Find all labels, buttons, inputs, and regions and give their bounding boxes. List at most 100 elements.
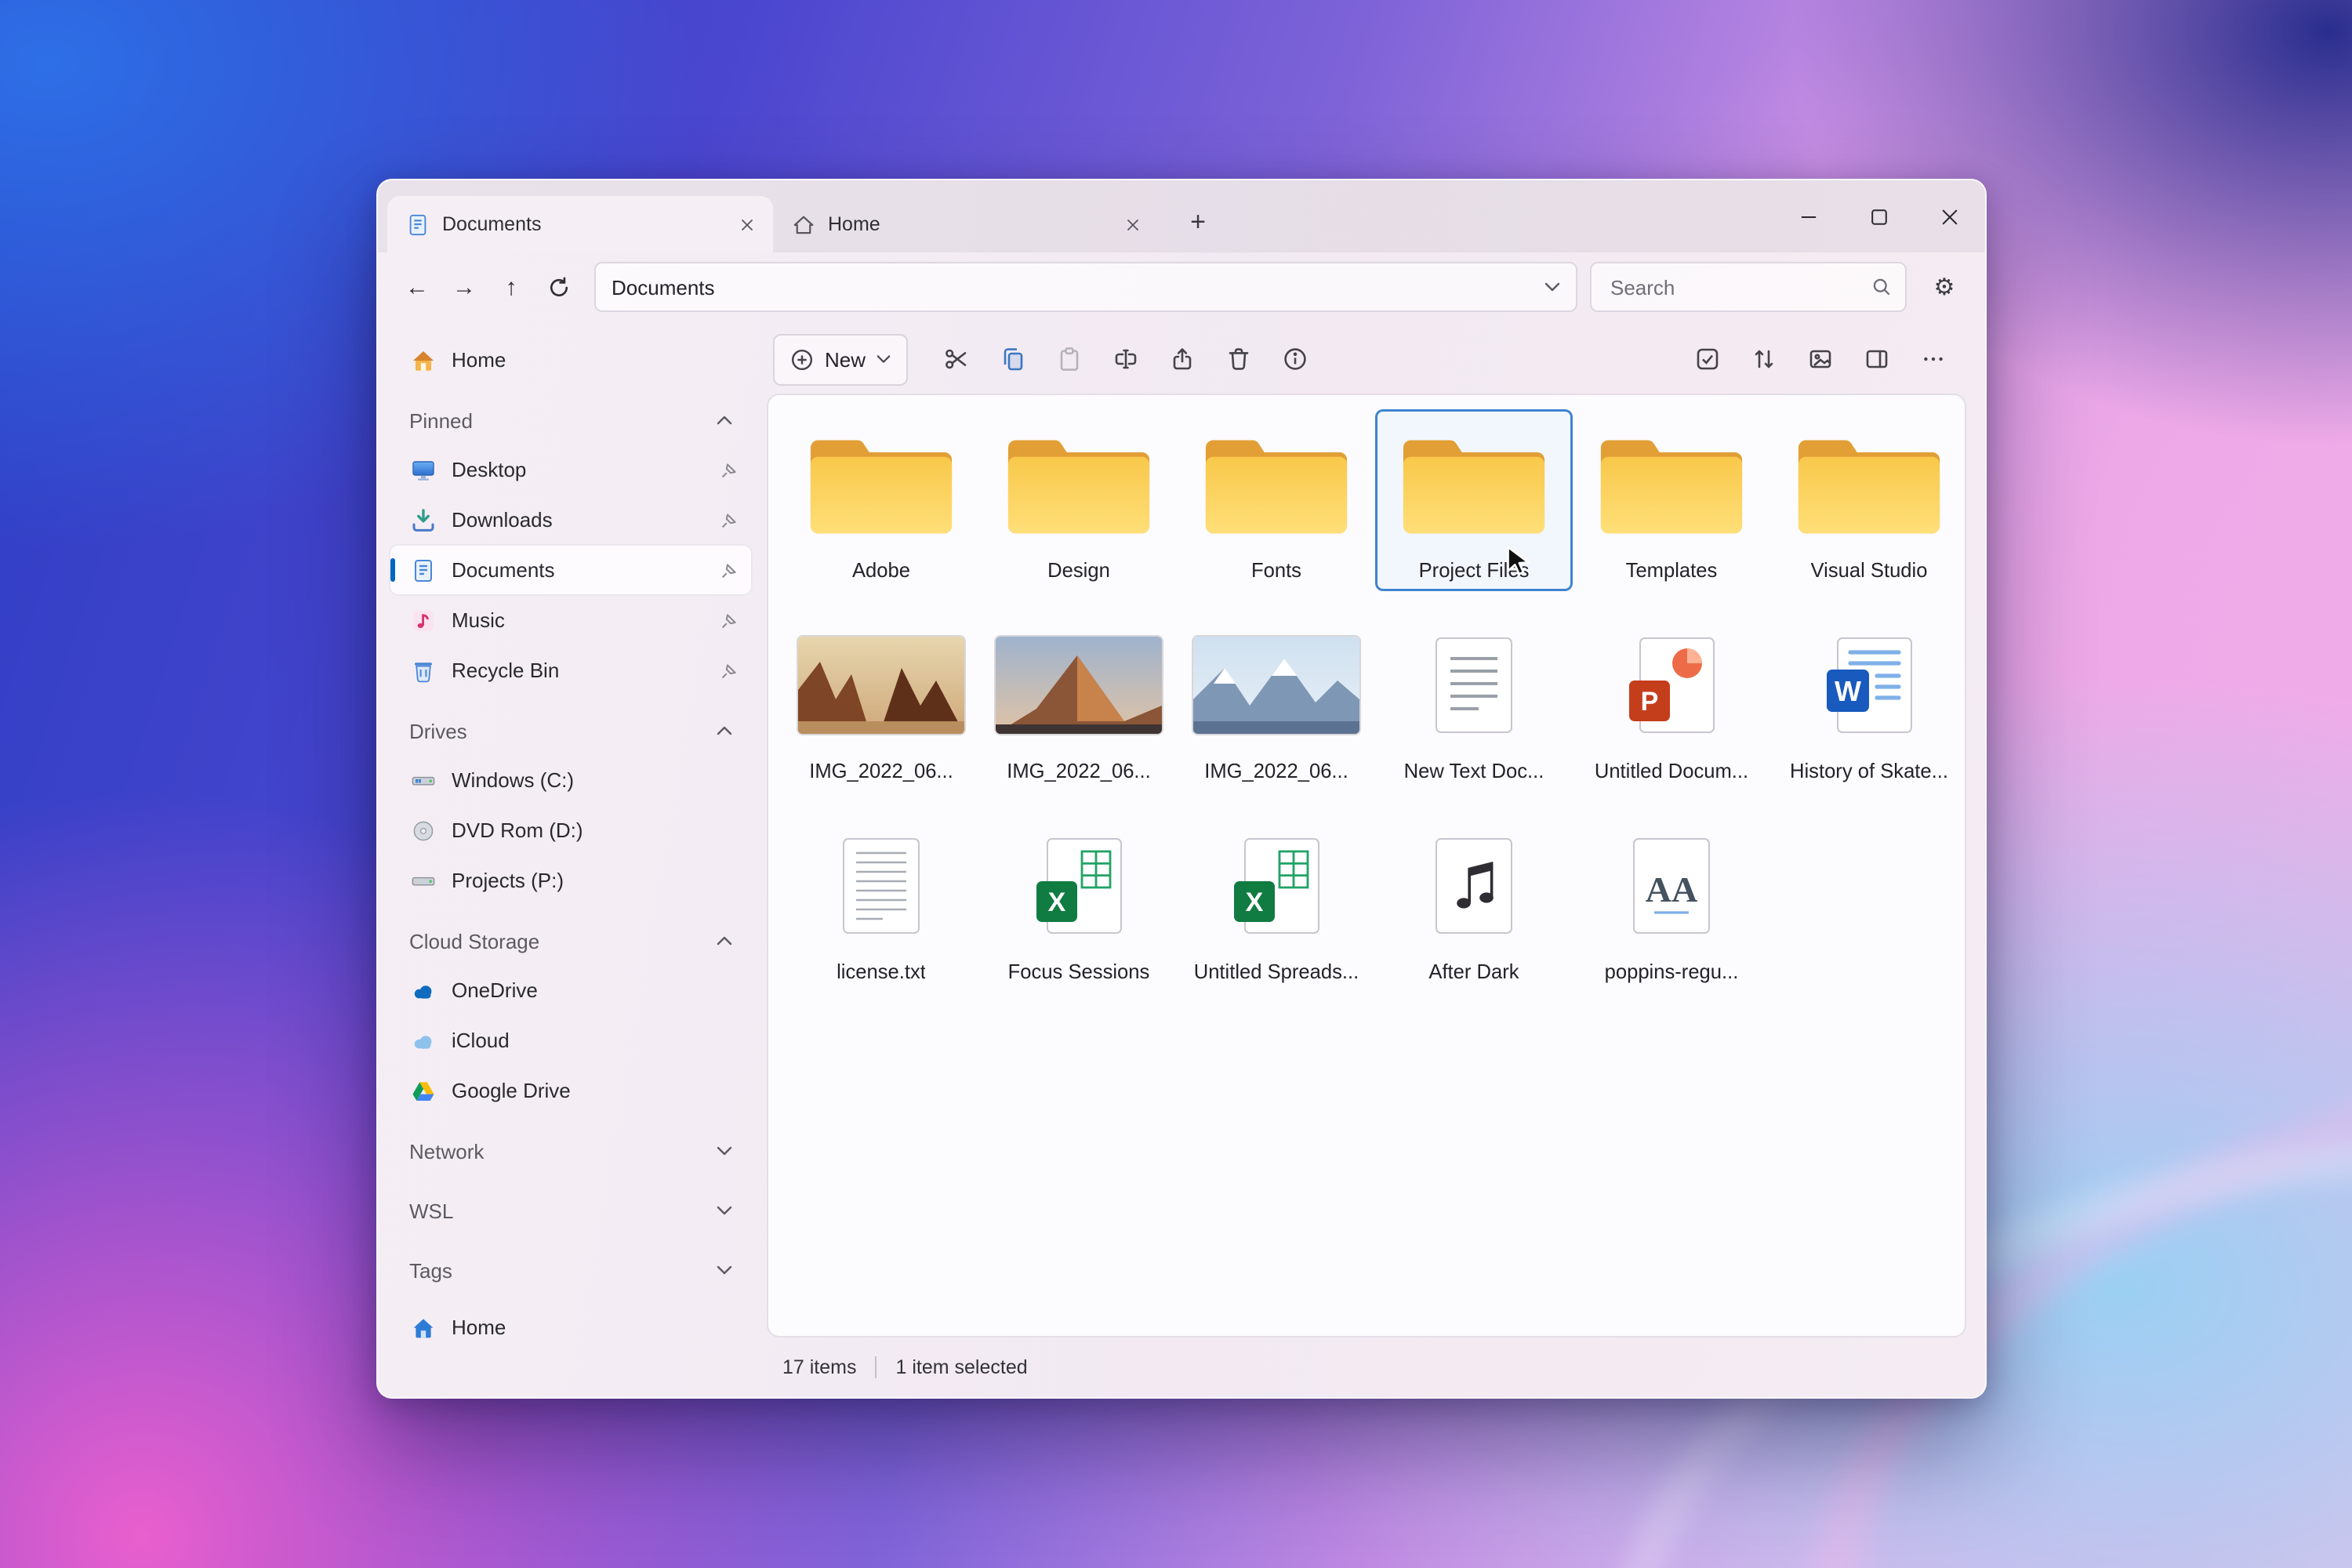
paste-button[interactable] bbox=[1043, 335, 1096, 383]
sidebar-item-desktop[interactable]: Desktop bbox=[390, 445, 751, 494]
folder-icon bbox=[1599, 416, 1744, 554]
section-label: Tags bbox=[409, 1258, 452, 1282]
forward-button[interactable]: → bbox=[441, 263, 488, 310]
sidebar-item-label: Desktop bbox=[452, 458, 527, 481]
search-input[interactable] bbox=[1607, 274, 1871, 300]
sidebar-item-music[interactable]: Music bbox=[390, 596, 751, 644]
recycle-bin-icon bbox=[409, 658, 436, 683]
tab-home[interactable]: Home bbox=[773, 196, 1159, 252]
chevron-up-icon bbox=[717, 416, 732, 425]
new-button[interactable]: New bbox=[773, 333, 909, 385]
close-button[interactable] bbox=[1915, 180, 1985, 252]
file-item[interactable]: After Dark bbox=[1375, 811, 1573, 993]
file-name: Untitled Spreads... bbox=[1193, 960, 1359, 983]
sidebar-section-pinned[interactable]: Pinned bbox=[390, 397, 751, 444]
file-name: poppins-regu... bbox=[1604, 960, 1739, 983]
chevron-down-icon bbox=[717, 1146, 732, 1156]
text-document-icon bbox=[1435, 616, 1513, 754]
sidebar-item-onedrive[interactable]: OneDrive bbox=[390, 966, 751, 1014]
sidebar-item-recycle-bin[interactable]: Recycle Bin bbox=[390, 646, 751, 695]
file-item[interactable]: IMG_2022_06... bbox=[1178, 610, 1375, 792]
file-item[interactable]: Visual Studio bbox=[1770, 409, 1965, 591]
address-bar[interactable]: Documents bbox=[594, 262, 1577, 312]
file-item[interactable]: IMG_2022_06... bbox=[782, 610, 980, 792]
chevron-down-icon bbox=[877, 354, 891, 364]
sort-button[interactable] bbox=[1737, 335, 1791, 383]
sidebar-section-drives[interactable]: Drives bbox=[390, 707, 751, 754]
tab-documents[interactable]: Documents bbox=[387, 196, 773, 252]
cut-button[interactable] bbox=[930, 335, 983, 383]
sidebar-item-label: Google Drive bbox=[452, 1079, 571, 1102]
info-button[interactable] bbox=[1269, 335, 1322, 383]
file-item[interactable]: Design bbox=[980, 409, 1178, 591]
select-toggle-button[interactable] bbox=[1681, 335, 1734, 383]
chevron-down-icon bbox=[717, 1206, 732, 1215]
sidebar-item-documents[interactable]: Documents bbox=[390, 546, 751, 594]
sidebar-item-home-folder[interactable]: Home bbox=[390, 1303, 751, 1352]
sidebar-section-tags[interactable]: Tags bbox=[390, 1247, 751, 1294]
minimize-button[interactable] bbox=[1773, 180, 1844, 252]
address-text: Documents bbox=[612, 275, 715, 299]
file-item[interactable]: Fonts bbox=[1178, 409, 1375, 591]
maximize-button[interactable] bbox=[1844, 180, 1915, 252]
sidebar-section-cloud-storage[interactable]: Cloud Storage bbox=[390, 917, 751, 964]
sidebar-item-projects-p[interactable]: Projects (P:) bbox=[390, 856, 751, 905]
back-button[interactable]: ← bbox=[394, 263, 441, 310]
sidebar-item-windows-c[interactable]: Windows (C:) bbox=[390, 756, 751, 804]
file-name: Focus Sessions bbox=[1007, 960, 1150, 983]
file-item[interactable]: W History of Skate... bbox=[1770, 610, 1965, 792]
file-item[interactable]: X Untitled Spreads... bbox=[1178, 811, 1375, 993]
file-item-selected[interactable]: Project Files bbox=[1375, 409, 1573, 591]
plus-circle-icon bbox=[790, 347, 814, 371]
chevron-down-icon[interactable] bbox=[1544, 282, 1560, 292]
more-options-button[interactable] bbox=[1907, 335, 1960, 383]
file-name: New Text Doc... bbox=[1403, 759, 1544, 782]
home-icon bbox=[792, 212, 815, 236]
sidebar-item-label: Windows (C:) bbox=[452, 768, 575, 792]
sidebar-section-wsl[interactable]: WSL bbox=[390, 1187, 751, 1234]
sidebar-item-label: Home bbox=[452, 1316, 506, 1339]
documents-icon bbox=[409, 557, 436, 583]
file-item[interactable]: Templates bbox=[1573, 409, 1770, 591]
status-bar: 17 items 1 item selected bbox=[767, 1338, 1966, 1397]
sidebar-item-home[interactable]: Home bbox=[390, 336, 751, 384]
photo-thumbnail bbox=[798, 616, 964, 754]
file-item[interactable]: X Focus Sessions bbox=[980, 811, 1178, 993]
section-label: WSL bbox=[409, 1199, 454, 1222]
copy-button[interactable] bbox=[986, 335, 1040, 383]
refresh-button[interactable] bbox=[535, 263, 582, 310]
settings-gear-icon[interactable]: ⚙ bbox=[1919, 262, 1969, 312]
file-name: Fonts bbox=[1250, 558, 1301, 582]
section-label: Drives bbox=[409, 719, 467, 742]
up-button[interactable]: ↑ bbox=[488, 263, 535, 310]
photo-thumbnail bbox=[996, 616, 1162, 754]
gallery-view-button[interactable] bbox=[1794, 335, 1847, 383]
file-item[interactable]: New Text Doc... bbox=[1375, 610, 1573, 792]
sidebar-item-dvd-d[interactable]: DVD Rom (D:) bbox=[390, 806, 751, 855]
sidebar-section-network[interactable]: Network bbox=[390, 1127, 751, 1174]
window-body: Home Pinned Desktop Downloads Documents … bbox=[378, 321, 1985, 1397]
share-button[interactable] bbox=[1156, 335, 1209, 383]
file-item[interactable]: Adobe bbox=[782, 409, 980, 591]
file-item[interactable]: AA poppins-regu... bbox=[1573, 811, 1770, 993]
preview-pane-button[interactable] bbox=[1850, 335, 1904, 383]
tab-close-icon[interactable] bbox=[732, 210, 760, 238]
file-grid: Adobe Design Fonts Project Files Templat… bbox=[782, 409, 1951, 993]
sidebar-item-downloads[interactable]: Downloads bbox=[390, 495, 751, 544]
tab-close-icon[interactable] bbox=[1118, 210, 1146, 238]
folder-icon bbox=[1204, 416, 1348, 554]
file-item[interactable]: P Untitled Docum... bbox=[1573, 610, 1770, 792]
sidebar-item-google-drive[interactable]: Google Drive bbox=[390, 1066, 751, 1115]
delete-button[interactable] bbox=[1212, 335, 1265, 383]
svg-text:W: W bbox=[1835, 675, 1861, 707]
file-item[interactable]: IMG_2022_06... bbox=[980, 610, 1178, 792]
document-icon bbox=[406, 212, 430, 236]
new-tab-button[interactable]: + bbox=[1174, 199, 1221, 246]
rename-button[interactable] bbox=[1099, 335, 1152, 383]
file-list-panel: Adobe Design Fonts Project Files Templat… bbox=[767, 394, 1966, 1338]
file-item[interactable]: license.txt bbox=[782, 811, 980, 993]
sidebar-item-icloud[interactable]: iCloud bbox=[390, 1016, 751, 1065]
folder-icon bbox=[1402, 416, 1546, 554]
font-file-icon: AA bbox=[1632, 817, 1711, 955]
powerpoint-document-icon: P bbox=[1628, 616, 1715, 754]
